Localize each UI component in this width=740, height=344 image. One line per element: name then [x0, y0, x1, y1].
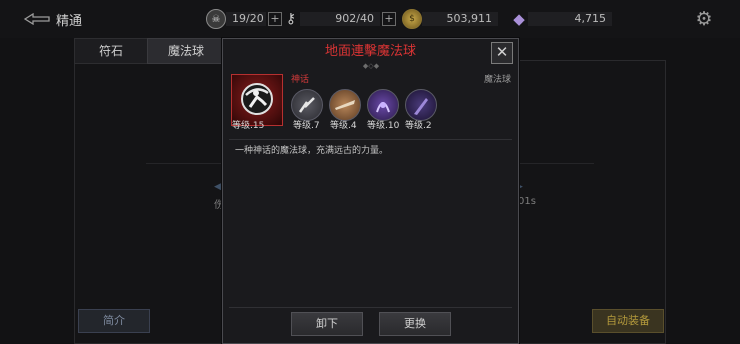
- replace-button[interactable]: 更换: [379, 312, 451, 336]
- resource-key: ⚷ 902/40 +: [282, 10, 396, 28]
- divider: [229, 139, 512, 140]
- sub-orb-lightning-icon[interactable]: [291, 89, 323, 121]
- skull-coin-icon: ☠: [206, 9, 226, 29]
- resource-skull: ☠ 19/20 +: [206, 9, 282, 29]
- close-icon: ✕: [495, 43, 509, 61]
- back-arrow-icon: [24, 13, 50, 25]
- sub-level-label: 等级.10: [367, 121, 400, 131]
- resource-value: 19/20: [226, 12, 266, 26]
- stat-text-right: 01s: [518, 196, 536, 207]
- main-level-label: 等级.15: [232, 121, 265, 131]
- sub-orb-shadow-icon[interactable]: [405, 89, 437, 121]
- resource-value: 503,911: [422, 12, 498, 26]
- intro-button[interactable]: 简介: [78, 309, 150, 333]
- category-label: 魔法球: [483, 75, 511, 85]
- sub-level-label: 等级.4: [330, 121, 357, 131]
- back-button[interactable]: 精通: [24, 9, 104, 29]
- description-text: 一种神话的魔法球，充满远古的力量。: [235, 146, 389, 156]
- resource-crystal: ◆ 4,715: [510, 10, 612, 28]
- divider: [229, 307, 512, 308]
- key-icon: ⚷: [285, 11, 297, 27]
- unequip-button[interactable]: 卸下: [291, 312, 363, 336]
- sub-orb-arcane-icon[interactable]: [367, 89, 399, 121]
- auto-equip-button[interactable]: 自动装备: [592, 309, 664, 333]
- tab-magic-orb[interactable]: 魔法球: [147, 38, 225, 64]
- resource-value: 902/40: [300, 12, 380, 26]
- sub-orb-blade-icon[interactable]: [329, 89, 361, 121]
- gold-coin-icon: $: [402, 9, 422, 29]
- orb-detail-dialog: 地面連擊魔法球 ✕ ◆◇◆ 神话 魔法球 等级.15 等级.7 等级.4 等级.…: [222, 38, 519, 344]
- add-key-button[interactable]: +: [382, 12, 396, 26]
- tab-runestone[interactable]: 符石: [74, 38, 148, 64]
- add-skull-button[interactable]: +: [268, 12, 282, 26]
- settings-gear-icon[interactable]: ⚙: [694, 9, 714, 29]
- sub-level-label: 等级.2: [405, 121, 432, 131]
- ornament-icon: ◆◇◆: [362, 62, 380, 70]
- left-arrow-icon[interactable]: ◀: [214, 182, 221, 192]
- sub-level-label: 等级.7: [293, 121, 320, 131]
- crystal-icon: ◆: [513, 10, 525, 28]
- resource-value: 4,715: [528, 12, 612, 26]
- back-label: 精通: [56, 13, 83, 29]
- resource-gold: $ 503,911: [402, 9, 498, 29]
- rarity-label: 神话: [291, 75, 310, 85]
- close-button[interactable]: ✕: [491, 42, 513, 64]
